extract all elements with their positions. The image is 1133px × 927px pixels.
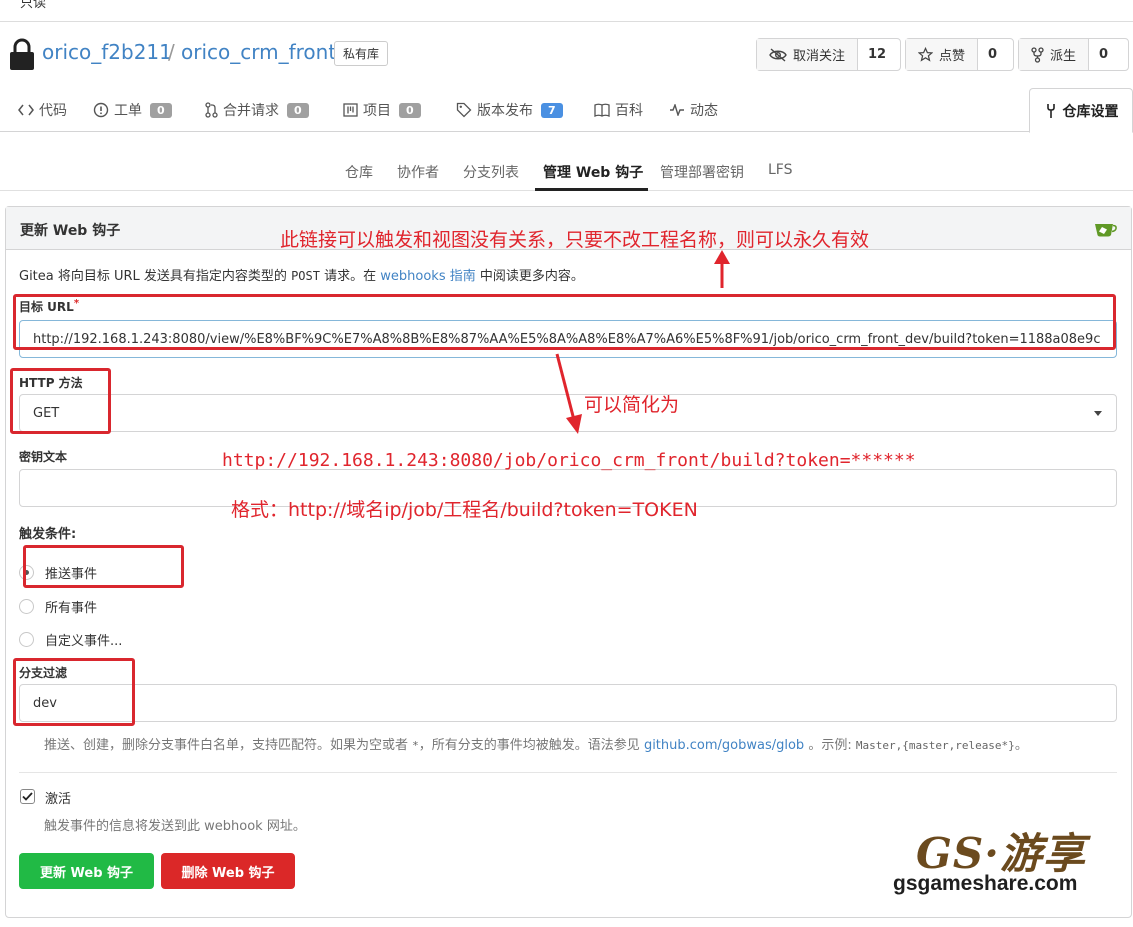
annotation-note-format: 格式：http://域名ip/job/工程名/build?token=TOKEN — [231, 499, 698, 521]
annotation-note-short-url: http://192.168.1.243:8080/job/orico_crm_… — [222, 450, 916, 471]
annotation-note-url: 此链接可以触发和视图没有关系，只要不改工程名称，则可以永久有效 — [280, 229, 870, 251]
watermark-url: gsgameshare.com — [893, 872, 1078, 895]
arrow-down-icon — [555, 353, 582, 434]
arrow-up-icon — [714, 250, 730, 288]
annotation-note-simplify: 可以简化为 — [584, 394, 680, 416]
